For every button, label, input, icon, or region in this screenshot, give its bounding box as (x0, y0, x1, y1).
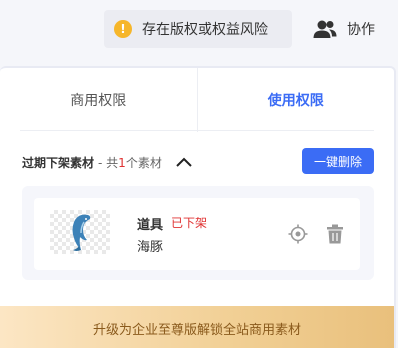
count-suffix: 个素材 (125, 155, 162, 170)
expired-section-header: 过期下架素材 - 共1个素材 一键删除 (22, 148, 374, 176)
risk-notice[interactable]: ! 存在版权或权益风险 (104, 10, 292, 48)
permission-tabs: 商用权限 使用权限 (0, 68, 394, 132)
item-name: 海豚 (137, 240, 164, 255)
section-count: - 共1个素材 (98, 154, 162, 171)
material-thumbnail[interactable] (50, 210, 110, 254)
tabs-underline-divider (20, 130, 374, 131)
upgrade-banner[interactable]: 升级为企业至尊版解锁全站商用素材 (0, 306, 394, 348)
count-prefix: - 共 (98, 155, 119, 170)
expired-material-list: 道具 已下架 海豚 (22, 186, 374, 280)
collaborate-users-icon (313, 20, 337, 38)
locate-icon[interactable] (288, 224, 308, 244)
trash-icon[interactable] (326, 224, 344, 244)
delete-all-button[interactable]: 一键删除 (302, 148, 374, 174)
dolphin-illustration (72, 214, 91, 251)
count-number: 1 (118, 155, 126, 170)
tab-usage-permission[interactable]: 使用权限 (198, 68, 395, 132)
warning-icon: ! (114, 20, 132, 38)
collaborate-label: 协作 (347, 22, 375, 38)
item-status-badge: 已下架 (171, 216, 208, 230)
collaborate-button[interactable]: 协作 (312, 10, 375, 48)
risk-notice-label: 存在版权或权益风险 (142, 22, 268, 38)
top-bar: ! 存在版权或权益风险 协作 (0, 0, 398, 64)
list-item: 道具 已下架 海豚 (34, 198, 360, 270)
section-title: 过期下架素材 (22, 155, 95, 170)
item-type: 道具 (137, 218, 164, 233)
tab-commercial-permission[interactable]: 商用权限 (0, 68, 197, 132)
chevron-up-icon[interactable] (174, 155, 194, 169)
permissions-panel: 商用权限 使用权限 过期下架素材 - 共1个素材 一键删除 道具 已下架 海豚 (0, 66, 396, 348)
